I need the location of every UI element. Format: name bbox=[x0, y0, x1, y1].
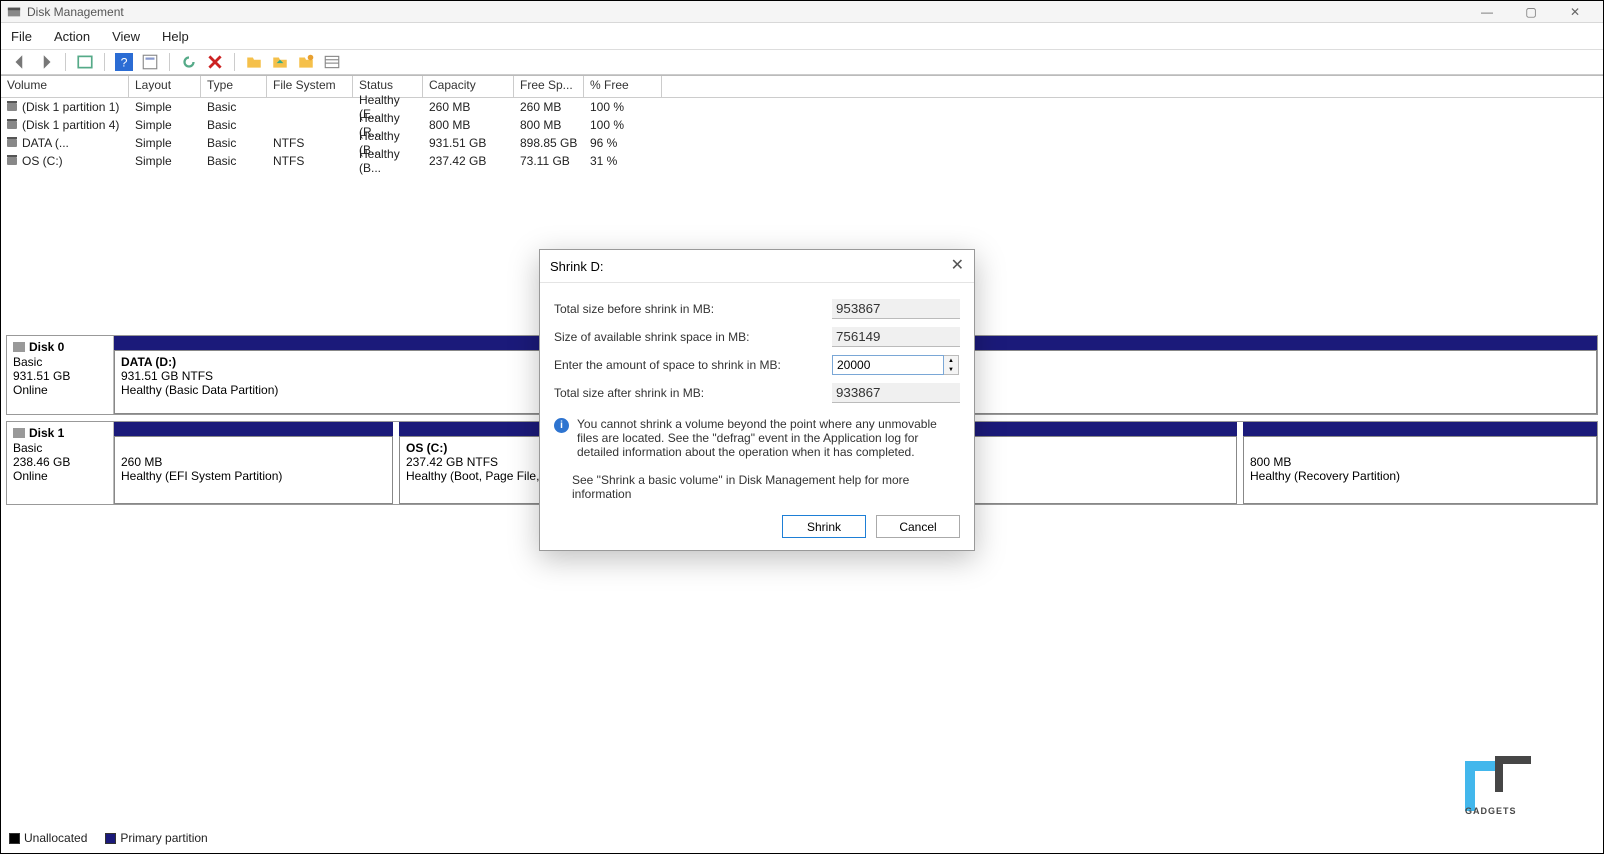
menu-view[interactable]: View bbox=[112, 29, 140, 44]
legend-unallocated-swatch bbox=[9, 833, 20, 844]
menu-action[interactable]: Action bbox=[54, 29, 90, 44]
menu-help[interactable]: Help bbox=[162, 29, 189, 44]
watermark-logo: GADGETS bbox=[1465, 756, 1585, 821]
cancel-button[interactable]: Cancel bbox=[876, 515, 960, 538]
table-row[interactable]: OS (C:)SimpleBasicNTFSHealthy (B...237.4… bbox=[1, 152, 1603, 170]
properties-icon[interactable] bbox=[141, 53, 159, 71]
disk-icon bbox=[13, 342, 25, 352]
col-pct[interactable]: % Free bbox=[584, 76, 662, 97]
label-total-before: Total size before shrink in MB: bbox=[554, 302, 832, 316]
col-volume[interactable]: Volume bbox=[1, 76, 129, 97]
help-icon[interactable]: ? bbox=[115, 53, 133, 71]
dialog-info-text: You cannot shrink a volume beyond the po… bbox=[577, 417, 960, 459]
shrink-amount-spinner[interactable]: ▲▼ bbox=[832, 355, 960, 375]
partition-health: Healthy (EFI System Partition) bbox=[121, 469, 386, 483]
disk0-header[interactable]: Disk 0 Basic 931.51 GB Online bbox=[7, 336, 114, 414]
shrink-button[interactable]: Shrink bbox=[782, 515, 866, 538]
disk1-bar-p1 bbox=[114, 422, 393, 436]
disk1-name: Disk 1 bbox=[29, 426, 64, 440]
shrink-dialog: Shrink D: ✕ Total size before shrink in … bbox=[539, 249, 975, 551]
disk1-bar-p3 bbox=[1243, 422, 1597, 436]
close-button[interactable]: ✕ bbox=[1553, 1, 1597, 23]
disk0-type: Basic bbox=[13, 355, 107, 369]
dialog-more-text: See "Shrink a basic volume" in Disk Mana… bbox=[540, 465, 974, 505]
label-amount: Enter the amount of space to shrink in M… bbox=[554, 358, 832, 372]
volume-icon bbox=[7, 121, 17, 129]
volume-icon bbox=[7, 157, 17, 165]
svg-text:?: ? bbox=[121, 56, 128, 70]
folder-new-icon[interactable] bbox=[297, 53, 315, 71]
spin-up-icon[interactable]: ▲ bbox=[944, 356, 958, 365]
maximize-button[interactable]: ▢ bbox=[1509, 1, 1553, 23]
disk1-header[interactable]: Disk 1 Basic 238.46 GB Online bbox=[7, 422, 114, 504]
menu-bar: File Action View Help bbox=[1, 23, 1603, 49]
partition-info: 260 MB bbox=[121, 455, 386, 469]
volume-table: Volume Layout Type File System Status Ca… bbox=[1, 75, 1603, 170]
show-hide-icon[interactable] bbox=[76, 53, 94, 71]
disk1-size: 238.46 GB bbox=[13, 455, 107, 469]
table-row[interactable]: (Disk 1 partition 1)SimpleBasicHealthy (… bbox=[1, 98, 1603, 116]
folder-icon[interactable] bbox=[245, 53, 263, 71]
window-title: Disk Management bbox=[27, 5, 124, 19]
legend: Unallocated Primary partition bbox=[9, 831, 208, 845]
disk1-partition-efi[interactable]: 260 MB Healthy (EFI System Partition) bbox=[114, 436, 393, 504]
info-icon: i bbox=[554, 418, 569, 433]
volume-icon bbox=[7, 139, 17, 147]
disk1-type: Basic bbox=[13, 441, 107, 455]
legend-primary: Primary partition bbox=[120, 831, 207, 845]
col-fs[interactable]: File System bbox=[267, 76, 353, 97]
spin-down-icon[interactable]: ▼ bbox=[944, 365, 958, 374]
label-avail: Size of available shrink space in MB: bbox=[554, 330, 832, 344]
disk0-name: Disk 0 bbox=[29, 340, 64, 354]
forward-icon[interactable] bbox=[37, 53, 55, 71]
col-type[interactable]: Type bbox=[201, 76, 267, 97]
refresh-icon[interactable] bbox=[180, 53, 198, 71]
disk-icon bbox=[13, 428, 25, 438]
shrink-amount-input[interactable] bbox=[832, 355, 944, 375]
svg-text:GADGETS: GADGETS bbox=[1465, 806, 1517, 816]
value-avail bbox=[832, 327, 960, 347]
app-icon bbox=[7, 5, 21, 19]
table-row[interactable]: (Disk 1 partition 4)SimpleBasicHealthy (… bbox=[1, 116, 1603, 134]
value-total-after bbox=[832, 383, 960, 403]
dialog-title: Shrink D: bbox=[550, 259, 603, 274]
toolbar: ? bbox=[1, 49, 1603, 75]
col-layout[interactable]: Layout bbox=[129, 76, 201, 97]
minimize-button[interactable]: — bbox=[1465, 1, 1509, 23]
partition-health: Healthy (Recovery Partition) bbox=[1250, 469, 1590, 483]
delete-icon[interactable] bbox=[206, 53, 224, 71]
dialog-titlebar: Shrink D: ✕ bbox=[540, 250, 974, 283]
list-icon[interactable] bbox=[323, 53, 341, 71]
back-icon[interactable] bbox=[11, 53, 29, 71]
value-total-before bbox=[832, 299, 960, 319]
table-row[interactable]: DATA (...SimpleBasicNTFSHealthy (B...931… bbox=[1, 134, 1603, 152]
close-icon[interactable]: ✕ bbox=[951, 258, 964, 274]
disk0-size: 931.51 GB bbox=[13, 369, 107, 383]
disk1-status: Online bbox=[13, 469, 107, 483]
legend-primary-swatch bbox=[105, 833, 116, 844]
legend-unallocated: Unallocated bbox=[24, 831, 87, 845]
label-total-after: Total size after shrink in MB: bbox=[554, 386, 832, 400]
volume-icon bbox=[7, 103, 17, 111]
disk0-status: Online bbox=[13, 383, 107, 397]
partition-info: 800 MB bbox=[1250, 455, 1590, 469]
table-header: Volume Layout Type File System Status Ca… bbox=[1, 76, 1603, 98]
window-titlebar: Disk Management — ▢ ✕ bbox=[1, 1, 1603, 23]
col-capacity[interactable]: Capacity bbox=[423, 76, 514, 97]
folder-up-icon[interactable] bbox=[271, 53, 289, 71]
menu-file[interactable]: File bbox=[11, 29, 32, 44]
disk1-partition-recovery[interactable]: 800 MB Healthy (Recovery Partition) bbox=[1243, 436, 1597, 504]
dialog-info: i You cannot shrink a volume beyond the … bbox=[540, 411, 974, 465]
col-free[interactable]: Free Sp... bbox=[514, 76, 584, 97]
